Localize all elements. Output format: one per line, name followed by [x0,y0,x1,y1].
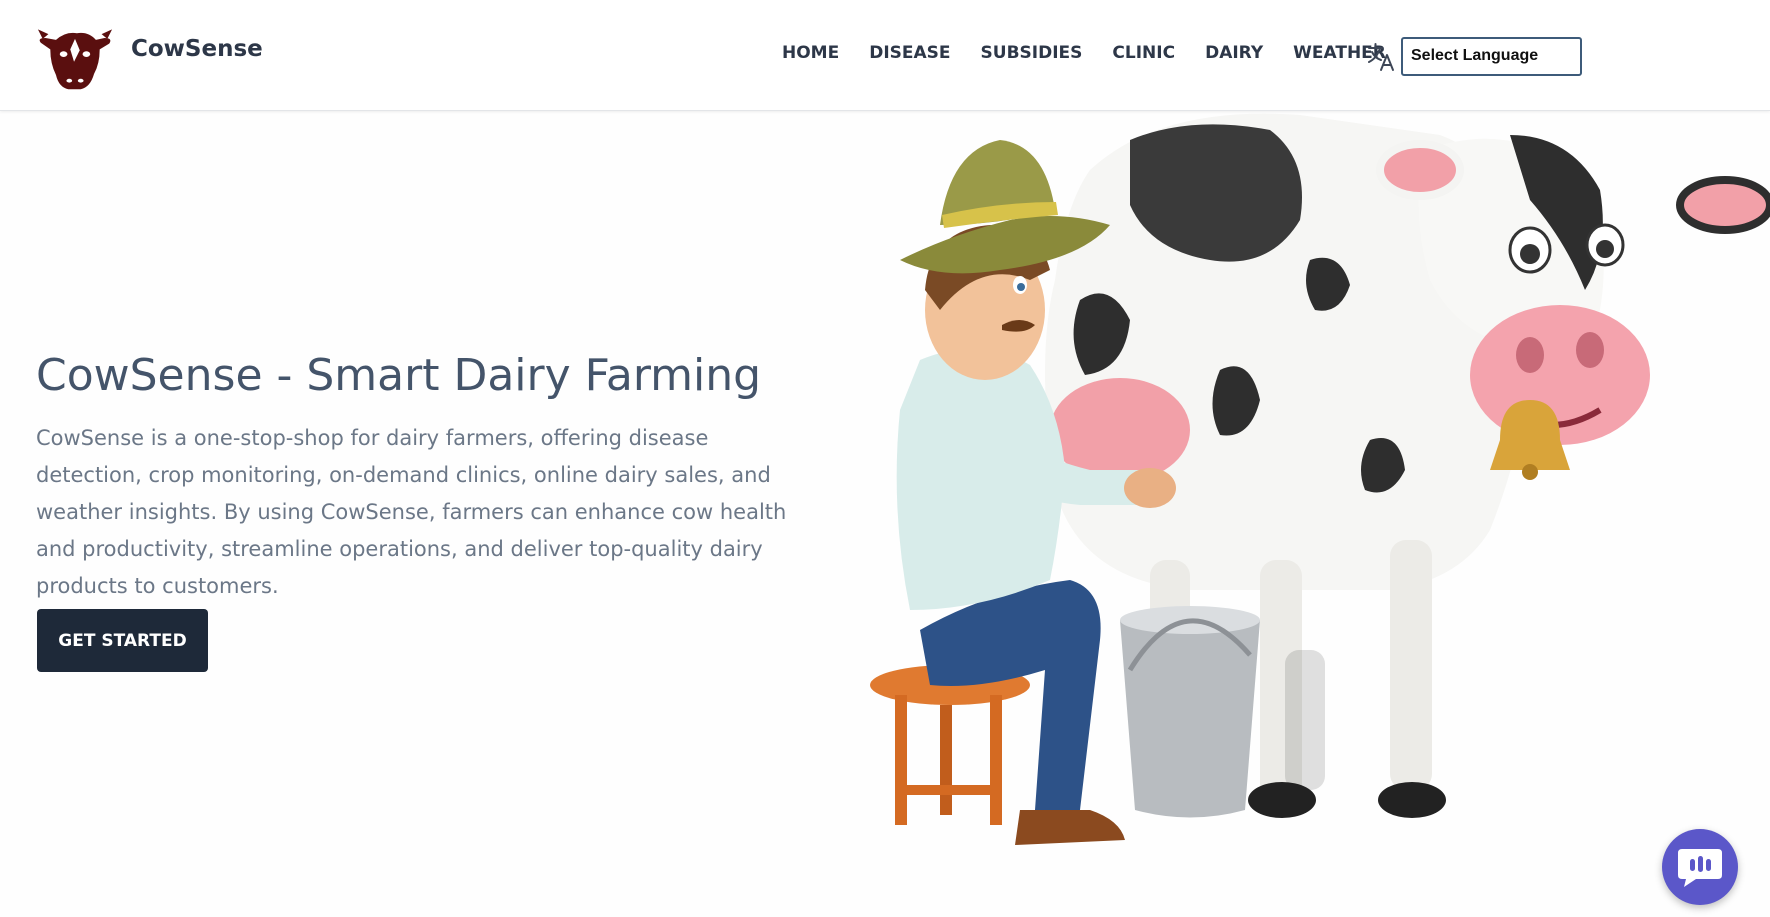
chat-button[interactable] [1662,829,1738,905]
nav-home[interactable]: HOME [782,43,839,63]
chat-bubble-icon [1678,849,1722,887]
farmer-milking-cow-illustration [870,113,1770,845]
get-started-button[interactable]: GET STARTED [37,609,208,672]
hero-title: CowSense - Smart Dairy Farming [36,350,762,401]
nav-dairy[interactable]: DAIRY [1205,43,1263,63]
language-select[interactable]: Select Language [1401,37,1582,76]
brand-name[interactable]: CowSense [131,36,263,62]
site-header: CowSense HOME DISEASE SUBSIDIES CLINIC D… [0,0,1770,111]
nav-clinic[interactable]: CLINIC [1112,43,1175,63]
nav-subsidies[interactable]: SUBSIDIES [981,43,1083,63]
nav-disease[interactable]: DISEASE [869,43,950,63]
translate-icon [1368,43,1394,71]
main-nav: HOME DISEASE SUBSIDIES CLINIC DAIRY WEAT… [782,43,1416,63]
cow-head-icon[interactable] [36,18,114,94]
hero-description: CowSense is a one-stop-shop for dairy fa… [36,426,787,598]
